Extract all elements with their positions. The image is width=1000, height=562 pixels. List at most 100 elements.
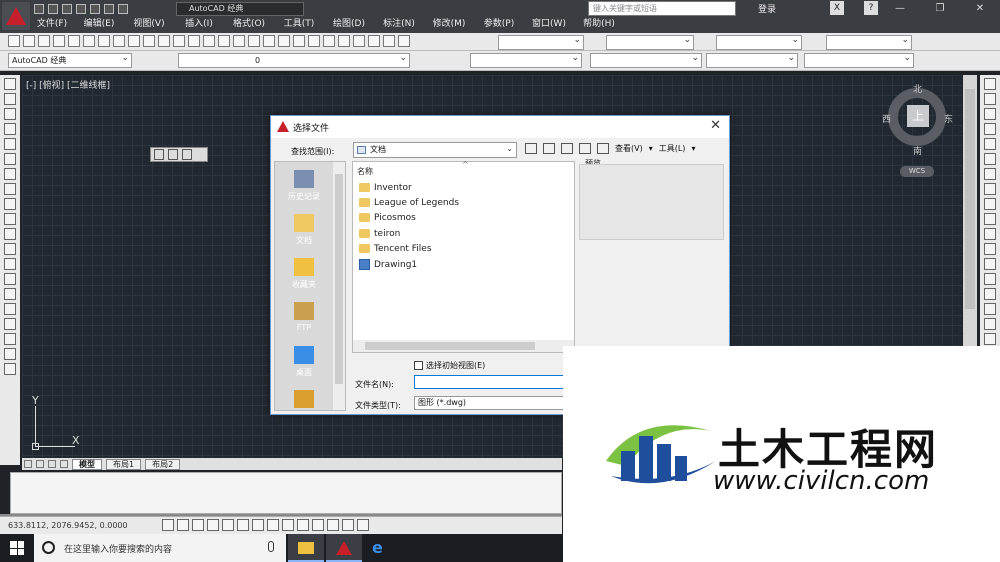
publish-icon[interactable] — [83, 35, 95, 47]
region-icon[interactable] — [4, 318, 16, 330]
menu-insert[interactable]: 插入(I) — [174, 17, 224, 32]
open-icon[interactable] — [23, 35, 35, 47]
grid-icon[interactable] — [192, 519, 204, 531]
new-icon[interactable] — [8, 35, 20, 47]
tool-icon[interactable] — [168, 149, 178, 160]
next-tab-icon[interactable] — [48, 460, 56, 468]
tab-model[interactable]: 模型 — [72, 458, 102, 470]
insert-block-icon[interactable] — [4, 243, 16, 255]
chamfer-icon[interactable] — [984, 288, 996, 300]
menu-edit[interactable]: 编辑(E) — [74, 17, 124, 32]
column-header-name[interactable]: 名称 — [357, 166, 373, 177]
menu-view[interactable]: 视图(V) — [124, 17, 174, 32]
list-item[interactable]: Tencent Files — [359, 242, 432, 255]
wcs-menu[interactable]: WCS — [900, 166, 934, 177]
explode-icon[interactable] — [984, 333, 996, 345]
compass-west[interactable]: 西 — [882, 112, 891, 125]
view-cube-top-face[interactable]: 上 — [907, 105, 929, 127]
tool-icon[interactable] — [182, 149, 192, 160]
plot-style-combo[interactable] — [804, 52, 914, 68]
offset-icon[interactable] — [984, 123, 996, 135]
compass-north[interactable]: 北 — [913, 82, 922, 95]
delete-icon[interactable] — [579, 143, 591, 154]
first-tab-icon[interactable] — [24, 460, 32, 468]
new-folder-icon[interactable] — [597, 143, 609, 154]
paste-icon[interactable] — [158, 35, 170, 47]
list-item[interactable]: League of Legends — [359, 196, 459, 209]
places-scrollbar[interactable] — [333, 162, 345, 410]
menu-modify[interactable]: 修改(M) — [424, 17, 474, 32]
menu-window[interactable]: 窗口(W) — [524, 17, 574, 32]
workspace-selector[interactable]: AutoCAD 经典 — [176, 2, 304, 16]
place-documents[interactable]: 文档 — [275, 214, 333, 246]
autocad-taskbar-button[interactable] — [326, 534, 362, 562]
tools-menu[interactable]: 工具(L) — [659, 143, 686, 154]
search-web-icon[interactable] — [561, 143, 573, 154]
compass-east[interactable]: 东 — [944, 112, 953, 125]
chevron-down-icon[interactable]: ▾ — [691, 144, 695, 153]
join-icon[interactable] — [984, 273, 996, 285]
edge-taskbar-button[interactable]: e — [362, 534, 398, 562]
file-explorer-taskbar-button[interactable] — [288, 534, 324, 562]
cut-icon[interactable] — [128, 35, 140, 47]
3d-print-icon[interactable] — [113, 35, 125, 47]
point-icon[interactable] — [4, 273, 16, 285]
lineweight-icon[interactable] — [312, 519, 324, 531]
copy-icon[interactable] — [143, 35, 155, 47]
redo-icon[interactable] — [118, 4, 128, 14]
workspace-combo[interactable]: AutoCAD 经典 — [8, 52, 132, 68]
minimize-icon[interactable]: — — [880, 0, 920, 17]
close-icon[interactable]: ✕ — [960, 0, 1000, 17]
scroll-thumb[interactable] — [965, 89, 975, 309]
back-icon[interactable] — [525, 143, 537, 154]
gradient-icon[interactable] — [4, 303, 16, 315]
erase-icon[interactable] — [984, 78, 996, 90]
make-block-icon[interactable] — [4, 258, 16, 270]
break-at-point-icon[interactable] — [984, 243, 996, 255]
print-preview-icon[interactable] — [68, 35, 80, 47]
list-item[interactable]: Picosmos — [359, 211, 416, 224]
help-icon[interactable]: ? — [864, 1, 878, 15]
list-item[interactable]: teiron — [359, 227, 400, 240]
prev-tab-icon[interactable] — [36, 460, 44, 468]
checkbox-box[interactable] — [414, 361, 423, 370]
new-icon[interactable] — [34, 4, 44, 14]
zoom-previous-icon[interactable] — [278, 35, 290, 47]
color-combo[interactable] — [470, 52, 582, 68]
menu-help[interactable]: 帮助(H) — [574, 17, 624, 32]
login-button[interactable]: 登录 — [744, 2, 776, 15]
file-name-input[interactable] — [414, 375, 564, 389]
zoom-realtime-icon[interactable] — [248, 35, 260, 47]
text-style-icon[interactable] — [398, 35, 410, 47]
sheet-set-icon[interactable] — [338, 35, 350, 47]
ellipse-arc-icon[interactable] — [4, 228, 16, 240]
markup-icon[interactable] — [353, 35, 365, 47]
ellipse-icon[interactable] — [4, 213, 16, 225]
table-style-combo[interactable] — [716, 34, 802, 50]
design-center-icon[interactable] — [308, 35, 320, 47]
rotate-icon[interactable] — [984, 168, 996, 180]
blend-icon[interactable] — [984, 318, 996, 330]
taskbar-search-box[interactable]: 在这里输入你要搜索的内容 — [34, 534, 286, 562]
initial-view-checkbox[interactable]: 选择初始视图(E) — [414, 360, 485, 371]
file-type-select[interactable]: 图形 (*.dwg) — [414, 396, 564, 410]
extend-icon[interactable] — [984, 228, 996, 240]
tool-palettes-icon[interactable] — [323, 35, 335, 47]
ortho-icon[interactable] — [207, 519, 219, 531]
tab-layout2[interactable]: 布局2 — [145, 458, 181, 470]
rectangle-icon[interactable] — [4, 138, 16, 150]
table-icon[interactable] — [4, 333, 16, 345]
place-more[interactable] — [275, 390, 333, 411]
pan-icon[interactable] — [233, 35, 245, 47]
list-item[interactable]: Drawing1 — [359, 258, 417, 271]
multiline-text-icon[interactable] — [4, 348, 16, 360]
scroll-thumb[interactable] — [335, 174, 343, 384]
save-icon[interactable] — [62, 4, 72, 14]
place-history[interactable]: 历史记录 — [275, 170, 333, 202]
undo-icon[interactable] — [203, 35, 215, 47]
menu-dimension[interactable]: 标注(N) — [374, 17, 424, 32]
text-style-combo[interactable] — [498, 34, 584, 50]
otrack-icon[interactable] — [267, 519, 279, 531]
stretch-icon[interactable] — [984, 198, 996, 210]
lineweight-combo[interactable] — [706, 52, 798, 68]
